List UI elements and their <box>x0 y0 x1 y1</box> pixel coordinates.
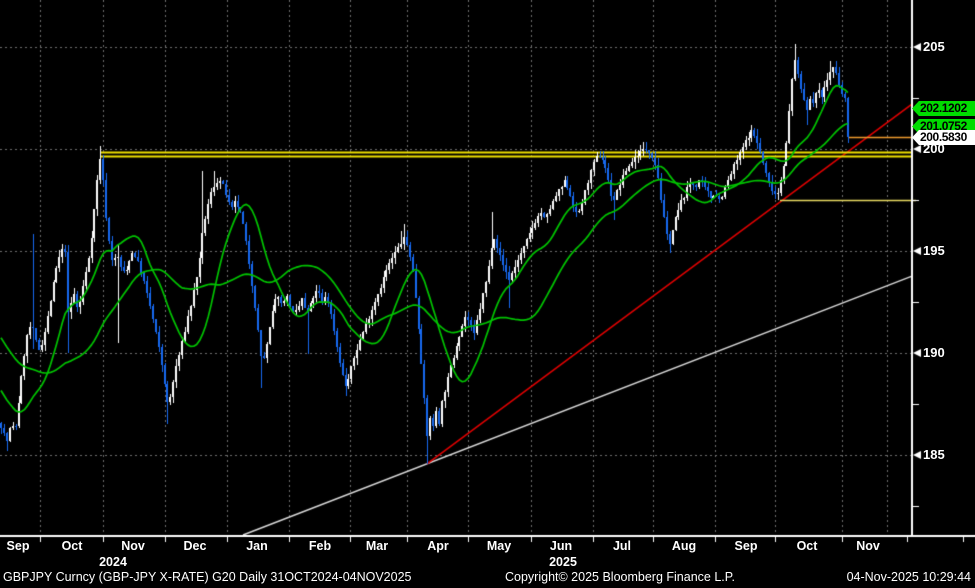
ma-fast-value-tag[interactable]: 202.1202 <box>912 101 975 116</box>
x-axis-month-label: Oct <box>61 539 83 553</box>
x-axis-month-label: Nov <box>121 539 145 553</box>
timestamp: 04-Nov-2025 10:29:44 <box>846 570 971 584</box>
x-axis-month-label: Jan <box>246 539 268 553</box>
x-axis-month-label: May <box>486 539 512 553</box>
x-axis-month-label: Sep <box>6 539 30 553</box>
x-axis-month-label: Mar <box>365 539 389 553</box>
x-axis-month-label: Apr <box>427 539 449 553</box>
x-axis-month-label: Oct <box>796 539 818 553</box>
y-axis-tick-label: 205 <box>923 39 945 54</box>
chart-description: GBPJPY Curncy (GBP-JPY X-RATE) G20 Daily… <box>3 570 412 584</box>
x-axis-month-label: Dec <box>183 539 207 553</box>
y-axis-tick-label: 185 <box>923 447 945 462</box>
x-axis-month-label: Jul <box>612 539 632 553</box>
y-axis-tick-label: 190 <box>923 345 945 360</box>
last-price-tag[interactable]: 200.5830 <box>912 130 975 145</box>
x-axis-year-label: 2024 <box>99 555 127 569</box>
x-axis-month-label: Feb <box>308 539 332 553</box>
price-chart-canvas[interactable] <box>0 0 975 588</box>
x-axis-year-label: 2025 <box>549 555 577 569</box>
x-axis-month-label: Nov <box>856 539 880 553</box>
x-axis-month-label: Aug <box>671 539 697 553</box>
x-axis-month-label: Jun <box>549 539 573 553</box>
x-axis-month-label: Sep <box>734 539 758 553</box>
copyright-notice: Copyright© 2025 Bloomberg Finance L.P. <box>505 570 735 584</box>
bloomberg-chart-window: 205 200 195 190 185 Sep Oct Nov Dec Jan Feb Mar Apr… <box>0 0 975 588</box>
y-axis-tick-label: 195 <box>923 243 945 258</box>
